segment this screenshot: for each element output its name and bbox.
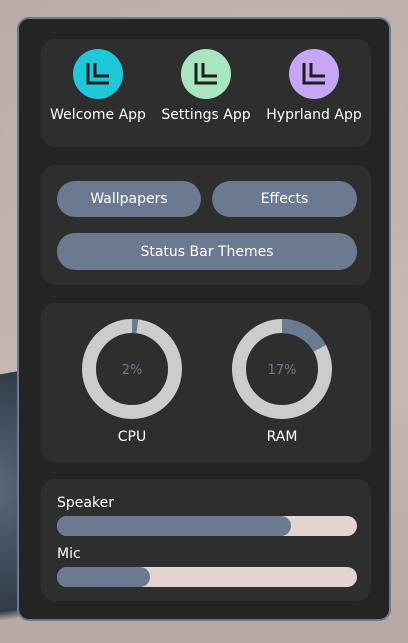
- ram-gauge-ring: 17%: [232, 319, 332, 419]
- mic-label: Mic: [57, 546, 81, 562]
- effects-button[interactable]: Effects: [212, 181, 357, 217]
- system-usage-card: 2% CPU 17% RAM: [41, 303, 371, 463]
- ram-gauge: 17% RAM: [232, 319, 332, 449]
- speaker-volume-slider[interactable]: [57, 516, 357, 536]
- welcome-app-label: Welcome App: [50, 107, 146, 123]
- welcome-app-icon: [73, 49, 123, 99]
- hyprland-app-label: Hyprland App: [266, 107, 362, 123]
- control-panel: Welcome App Settings App Hyprland App Wa…: [17, 17, 391, 621]
- cpu-gauge-value: 2%: [122, 363, 143, 378]
- cpu-gauge: 2% CPU: [82, 319, 182, 449]
- ram-gauge-label: RAM: [266, 429, 298, 445]
- apps-card: Welcome App Settings App Hyprland App: [41, 39, 371, 147]
- mic-volume-slider[interactable]: [57, 567, 357, 587]
- ram-gauge-value: 17%: [268, 363, 297, 378]
- hyprland-app-launcher[interactable]: Hyprland App: [259, 49, 369, 135]
- wallpapers-button[interactable]: Wallpapers: [57, 181, 201, 217]
- settings-app-launcher[interactable]: Settings App: [151, 49, 261, 135]
- speaker-volume-fill: [57, 516, 291, 536]
- volume-card: Speaker Mic: [41, 479, 371, 601]
- hyprland-app-icon: [289, 49, 339, 99]
- settings-app-icon: [181, 49, 231, 99]
- speaker-label: Speaker: [57, 495, 114, 511]
- settings-app-label: Settings App: [161, 107, 251, 123]
- quick-actions-card: Wallpapers Effects Status Bar Themes: [41, 165, 371, 285]
- status-bar-themes-button[interactable]: Status Bar Themes: [57, 233, 357, 270]
- cpu-gauge-label: CPU: [117, 429, 147, 445]
- mic-volume-fill: [57, 567, 150, 587]
- welcome-app-launcher[interactable]: Welcome App: [43, 49, 153, 135]
- cpu-gauge-ring: 2%: [82, 319, 182, 419]
